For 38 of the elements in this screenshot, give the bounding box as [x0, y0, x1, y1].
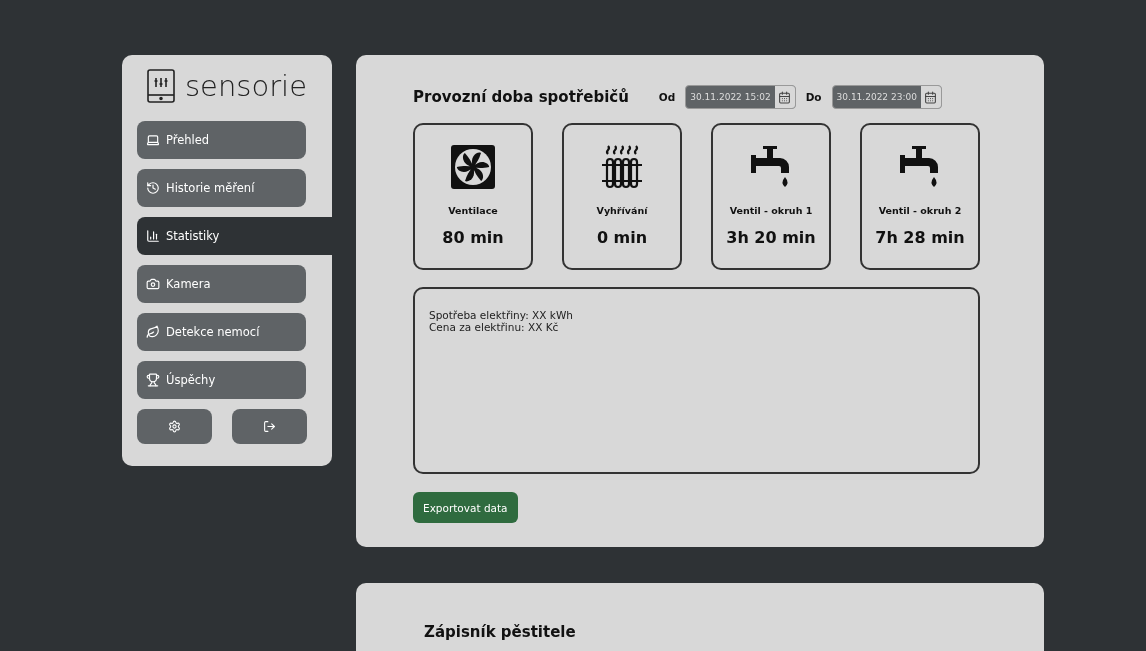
history-icon — [146, 181, 160, 195]
device-name: Ventilace — [448, 205, 498, 216]
settings-icon — [168, 420, 181, 433]
device-runtime: 80 min — [442, 228, 504, 247]
logout-button[interactable] — [232, 409, 307, 444]
nav-item[interactable]: Historie měření — [137, 169, 306, 207]
nav-item[interactable]: Statistiky — [137, 217, 332, 255]
tablet-logo-icon — [147, 69, 175, 103]
logo-text: sensorie — [185, 69, 307, 103]
summary-line: Cena za elektřinu: XX Kč — [429, 321, 560, 333]
fan-icon — [449, 143, 497, 191]
trophy-icon — [146, 373, 160, 387]
from-label: Od — [658, 91, 676, 103]
calendar-icon — [924, 90, 938, 104]
nav-item[interactable]: Úspěchy — [137, 361, 306, 399]
device-name: Ventil - okruh 1 — [729, 205, 813, 216]
device-name: Vyhřívání — [596, 205, 648, 216]
summary-line: Spotřeba elektřiny: XX kWh — [429, 309, 574, 321]
export-button[interactable]: Exportovat data — [413, 492, 518, 523]
calendar-icon — [778, 90, 792, 104]
nav-item[interactable]: Detekce nemocí — [137, 313, 306, 351]
laptop-icon — [146, 133, 160, 147]
device-runtime: 0 min — [596, 228, 648, 247]
bar-chart-icon — [146, 229, 160, 243]
device-runtime: 7h 28 min — [875, 228, 965, 247]
settings-button[interactable] — [137, 409, 212, 444]
device-runtime: 3h 20 min — [726, 228, 816, 247]
logout-icon — [263, 420, 276, 433]
camera-icon — [146, 277, 160, 291]
section-title: Zápisník pěstitele — [424, 623, 577, 641]
to-label: Do — [805, 91, 822, 103]
date-field[interactable]: 30.11.2022 15:02 — [685, 85, 796, 109]
nav-item[interactable]: Kamera — [137, 265, 306, 303]
nav-item[interactable]: Přehled — [137, 121, 306, 159]
leaf-icon — [146, 325, 160, 339]
device-name: Ventil - okruh 2 — [878, 205, 962, 216]
date-field[interactable]: 30.11.2022 23:00 — [831, 85, 942, 109]
section-title: Provozní doba spotřebičů — [413, 88, 629, 106]
